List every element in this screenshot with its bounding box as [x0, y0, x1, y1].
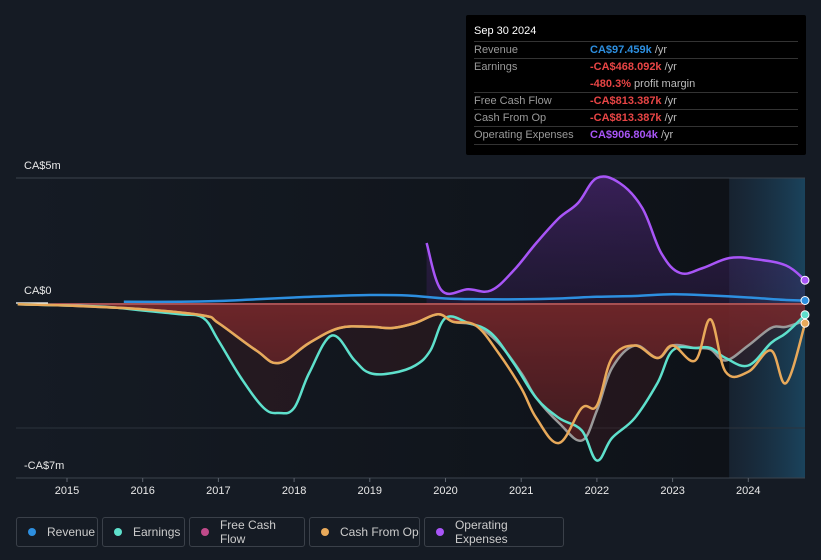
cash-from-op-endpoint [800, 318, 810, 328]
y-tick-label-top: CA$5m [24, 160, 61, 172]
x-tick-label: 2021 [508, 485, 534, 497]
y-tick-label-bottom: -CA$7m [24, 460, 65, 472]
tooltip-label: Cash From Op [474, 112, 547, 124]
x-tick-label: 2022 [584, 485, 610, 497]
x-tick-label: 2023 [660, 485, 685, 497]
tooltip-row-earnings: Earnings -CA$468.092k /yr -480.3% profit… [474, 58, 798, 93]
legend-earnings[interactable]: Earnings [102, 517, 185, 547]
x-tick-label: 2024 [736, 485, 761, 497]
tooltip-label: Earnings [474, 61, 518, 73]
legend-operating-expenses[interactable]: Operating Expenses [424, 517, 564, 547]
operating-expenses-endpoint [800, 275, 810, 285]
legend-label: Earnings [133, 525, 181, 539]
legend-label: Free Cash Flow [219, 518, 276, 546]
tooltip-value: CA$97.459k /yr [590, 44, 668, 56]
tooltip-row-operating-expenses: Operating Expenses CA$906.804k /yr [474, 126, 798, 145]
tooltip-value: CA$906.804k /yr [590, 129, 674, 141]
operating-expenses-dot-icon [436, 528, 444, 536]
x-tick-label: 2020 [433, 485, 458, 497]
revenue-dot-icon [28, 528, 36, 536]
tooltip-label: Operating Expenses [474, 129, 574, 141]
tooltip-label: Free Cash Flow [474, 95, 552, 107]
x-tick-label: 2019 [357, 485, 383, 497]
legend-free-cash-flow[interactable]: Free Cash Flow [189, 517, 305, 547]
tooltip-date: Sep 30 2024 [474, 25, 537, 37]
tooltip-value: -CA$813.387k /yr [590, 95, 677, 107]
tooltip-label: Revenue [474, 44, 519, 56]
y-tick-label-zero: CA$0 [24, 285, 52, 297]
tooltip-profit-margin: -480.3% profit margin [590, 78, 696, 90]
tooltip-value: -CA$813.387k /yr [590, 112, 677, 124]
earnings-dot-icon [114, 528, 122, 536]
revenue-endpoint [800, 296, 810, 305]
tooltip-row-revenue: Revenue CA$97.459k /yr [474, 41, 798, 59]
tooltip-row-free-cash-flow: Free Cash Flow -CA$813.387k /yr [474, 92, 798, 110]
legend-label: Operating Expenses [454, 518, 508, 546]
cash-from-op-dot-icon [321, 528, 329, 536]
tooltip: Sep 30 2024 Revenue CA$97.459k /yr Earni… [466, 15, 806, 155]
legend-revenue[interactable]: Revenue [16, 517, 98, 547]
x-tick-label: 2017 [206, 485, 231, 497]
earnings-endpoint [800, 310, 810, 320]
x-tick-label: 2016 [130, 485, 155, 497]
legend-label: Cash From Op [340, 525, 419, 539]
x-tick-label: 2015 [54, 485, 80, 497]
tooltip-row-cash-from-op: Cash From Op -CA$813.387k /yr [474, 109, 798, 127]
tooltip-value: -CA$468.092k /yr [590, 61, 677, 73]
legend-label: Revenue [47, 525, 96, 539]
free-cash-flow-dot-icon [201, 528, 209, 536]
legend-cash-from-op[interactable]: Cash From Op [309, 517, 420, 547]
x-tick-label: 2018 [281, 485, 307, 497]
